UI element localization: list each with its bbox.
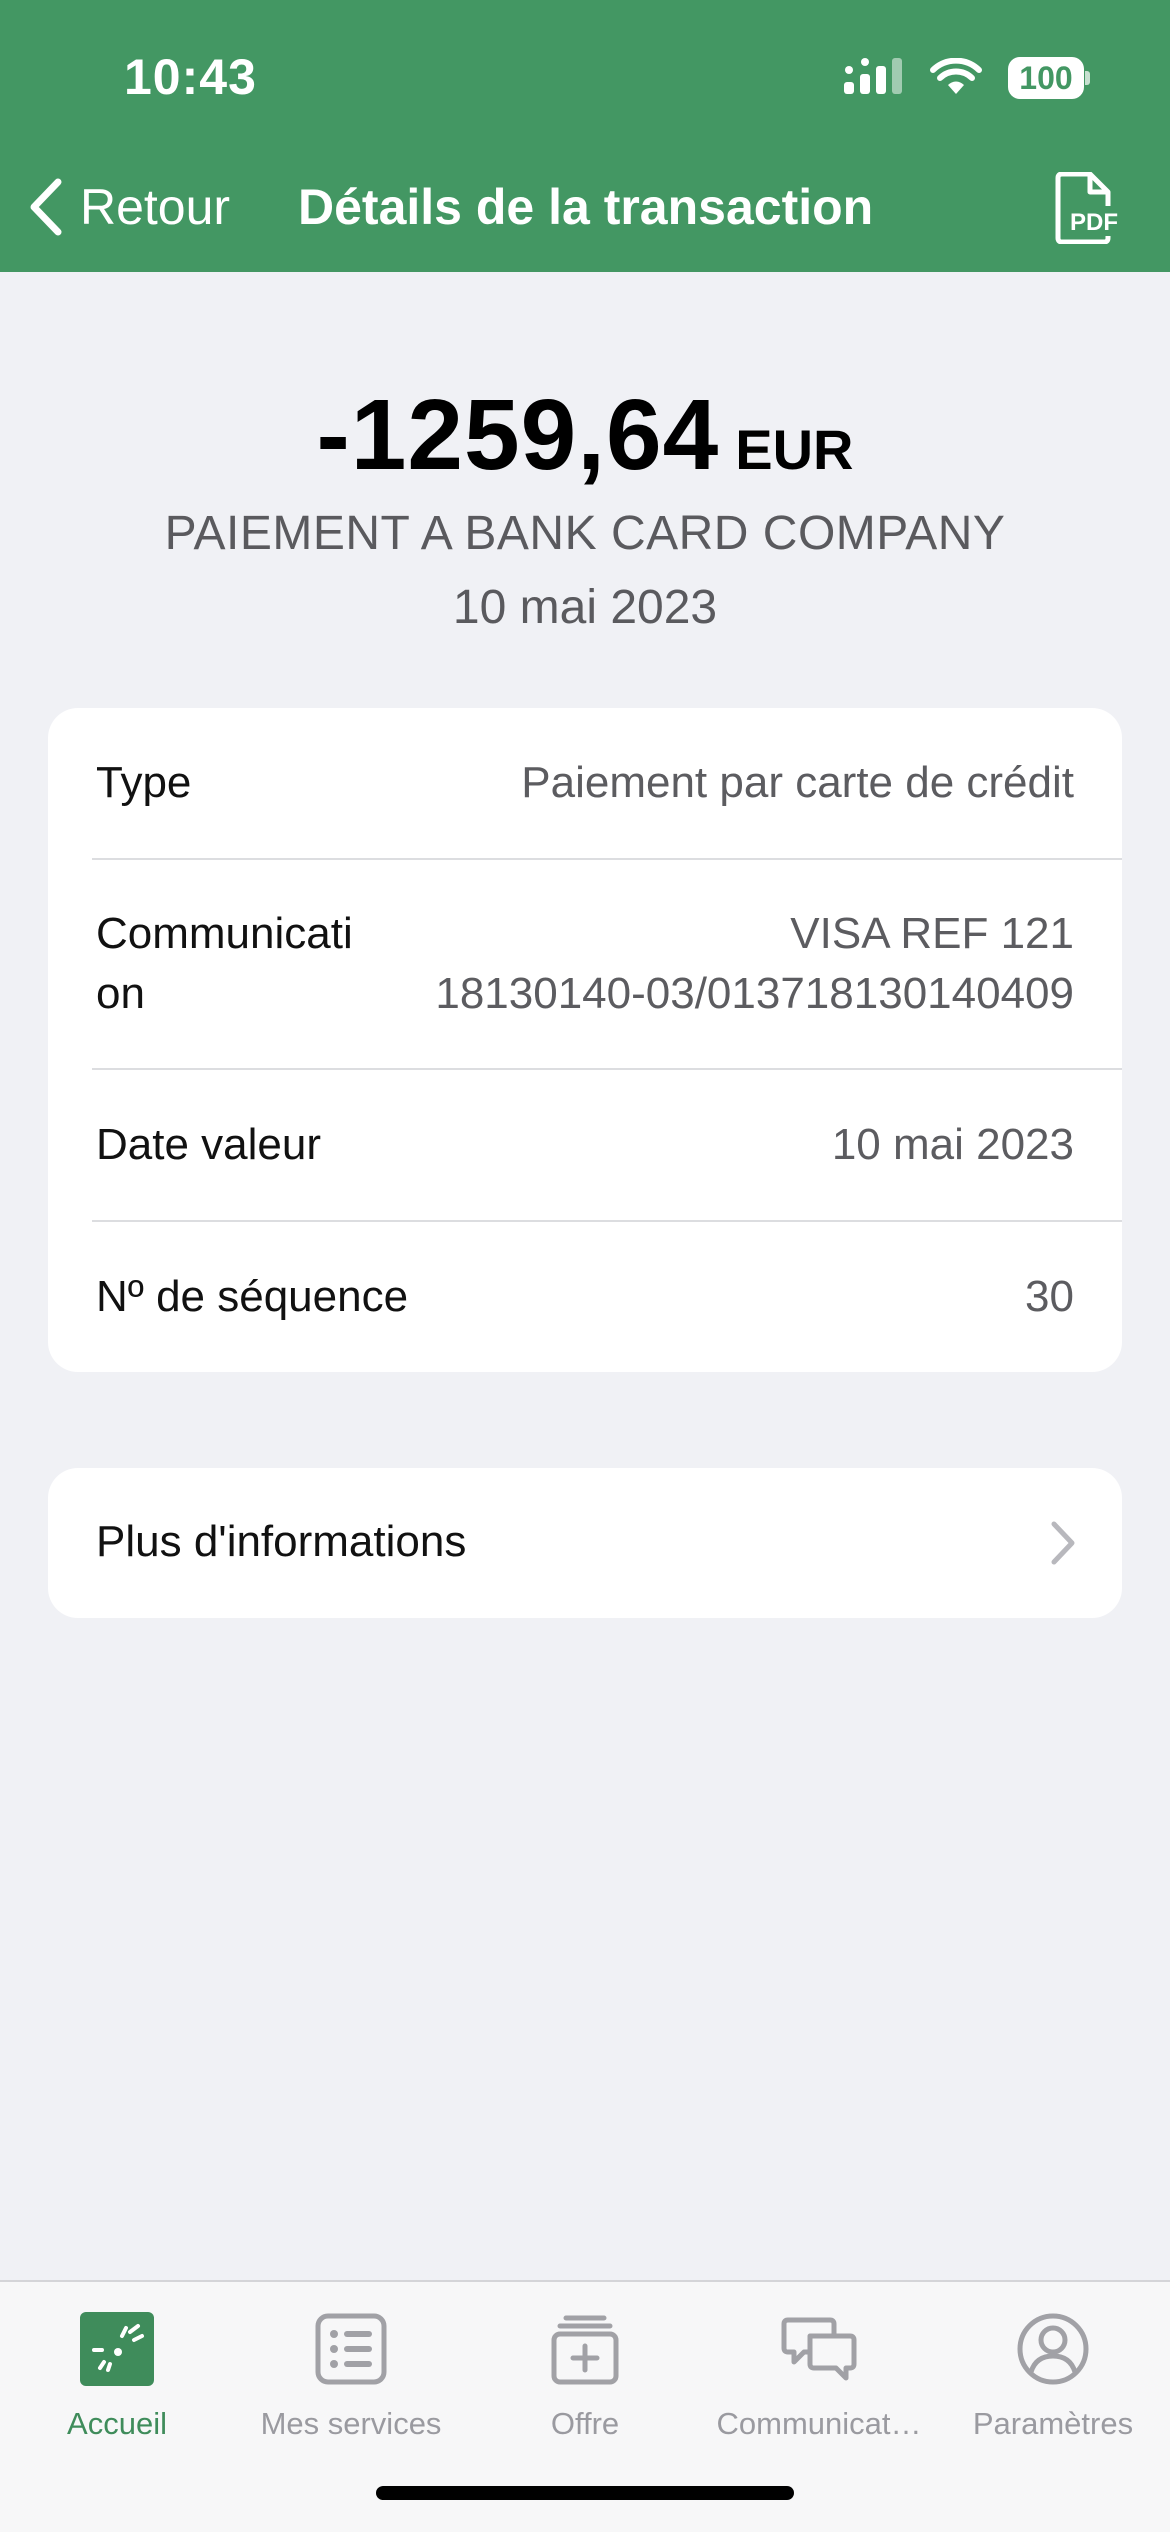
detail-row-sequence: Nº de séquence 30 <box>48 1222 1122 1372</box>
battery-icon: 100 <box>1008 57 1090 99</box>
detail-label: Type <box>96 758 192 807</box>
more-info-label: Plus d'informations <box>96 1517 467 1566</box>
chevron-right-icon <box>1051 1521 1075 1565</box>
tab-accueil[interactable]: Accueil <box>0 2302 234 2462</box>
tab-label: Communicat… <box>716 2406 922 2441</box>
detail-value: 10 mai 2023 <box>831 1120 1074 1169</box>
transaction-merchant: PAIEMENT A BANK CARD COMPANY <box>164 507 1006 560</box>
tab-label: Paramètres <box>972 2406 1134 2441</box>
user-circle-icon <box>1017 2313 1089 2385</box>
transaction-date: 10 mai 2023 <box>452 581 718 634</box>
page-title: Détails de la transaction <box>298 179 874 235</box>
detail-label: Date valeur <box>96 1120 322 1169</box>
bank-logo-icon <box>80 2312 154 2386</box>
detail-value: 30 <box>1025 1272 1074 1321</box>
tab-label: Offre <box>550 2406 620 2441</box>
tab-label: Accueil <box>67 2406 167 2441</box>
cellular-signal-icon <box>844 58 902 94</box>
details-card: Type Paiement par carte de crédit Commun… <box>48 708 1122 1372</box>
status-time: 10:43 <box>124 49 257 105</box>
chevron-left-icon <box>30 178 62 236</box>
amount-summary: -1259,64 EUR <box>0 378 1170 493</box>
svg-text:PDF: PDF <box>1070 209 1118 236</box>
detail-row-value-date: Date valeur 10 mai 2023 <box>48 1070 1122 1220</box>
tab-label: Mes services <box>260 2406 442 2441</box>
tab-mes-services[interactable]: Mes services <box>234 2302 468 2462</box>
offer-box-icon <box>551 2315 619 2385</box>
pdf-download-button[interactable]: PDF <box>1050 171 1118 245</box>
header: 10:43 100 Retour Détails de la transacti… <box>0 0 1170 272</box>
detail-label: Nº de séquence <box>96 1272 409 1321</box>
tab-communication[interactable]: Communicat… <box>702 2302 936 2462</box>
detail-label: Communicati on <box>96 909 353 1018</box>
tab-parametres[interactable]: Paramètres <box>936 2302 1170 2462</box>
more-info-button[interactable]: Plus d'informations <box>48 1468 1122 1618</box>
back-button[interactable]: Retour <box>26 170 230 244</box>
transaction-amount: -1259,64 <box>316 379 720 491</box>
detail-value: VISA REF 121 18130140-03/013718130140409 <box>435 909 1074 1018</box>
tab-offre[interactable]: Offre <box>468 2302 702 2462</box>
status-icons: 100 <box>844 56 1090 100</box>
detail-value: Paiement par carte de crédit <box>521 758 1074 807</box>
chat-bubbles-icon <box>781 2317 857 2381</box>
battery-level: 100 <box>1019 60 1073 96</box>
detail-row-communication: Communicati on VISA REF 121 18130140-03/… <box>48 860 1122 1068</box>
transaction-currency: EUR <box>735 418 854 481</box>
back-label: Retour <box>80 179 231 235</box>
detail-row-type: Type Paiement par carte de crédit <box>48 708 1122 858</box>
pdf-file-icon: PDF <box>1055 171 1118 245</box>
list-icon <box>315 2313 387 2385</box>
home-indicator <box>376 2486 794 2500</box>
wifi-icon <box>930 58 982 94</box>
